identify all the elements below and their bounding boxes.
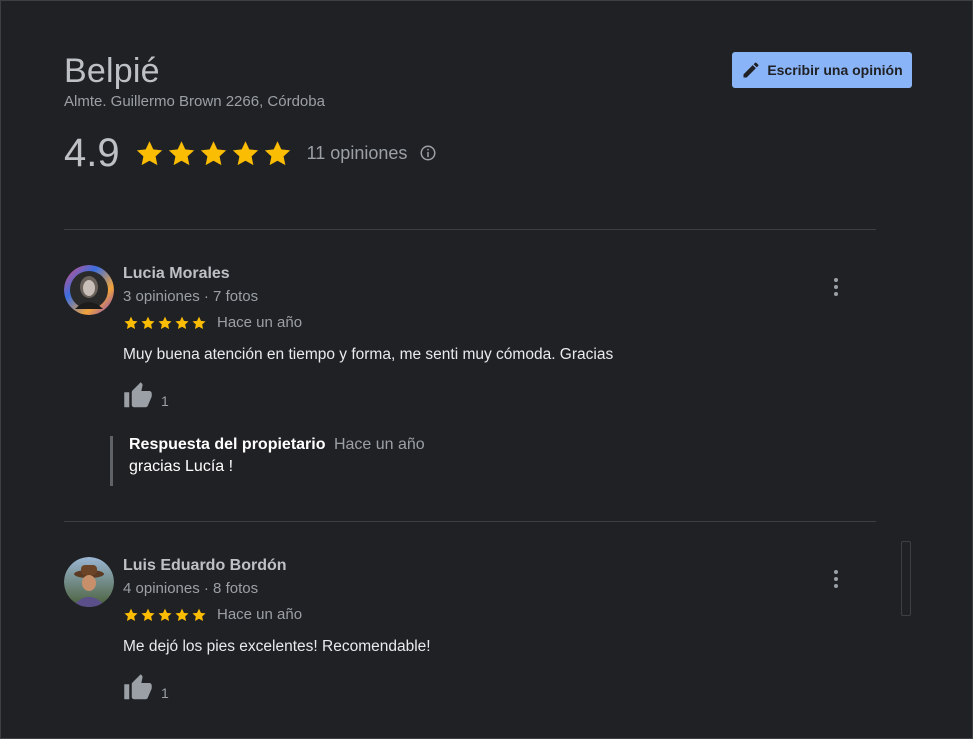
star-icon (168, 140, 194, 165)
star-icon (124, 608, 138, 621)
review-date: Hace un año (217, 606, 303, 623)
more-vert-icon[interactable] (826, 275, 846, 299)
review-author-meta: 3 opiniones · 7 fotos (123, 288, 259, 305)
like-count: 1 (161, 393, 169, 409)
star-icon (192, 608, 206, 621)
review-author[interactable]: Lucia Morales (123, 265, 230, 283)
review-date: Hace un año (217, 314, 303, 331)
like-count: 1 (161, 685, 169, 701)
star-icon (264, 140, 290, 165)
pencil-icon (743, 62, 759, 78)
review-stars (123, 607, 207, 623)
star-icon (200, 140, 226, 165)
owner-reply-text: gracias Lucía ! (129, 458, 234, 475)
thumbs-up-icon (124, 382, 152, 408)
review-item: Lucia Morales 3 opiniones · 7 fotos Hace… (64, 265, 876, 495)
business-address: Almte. Guillermo Brown 2266, Córdoba (64, 93, 325, 110)
star-icon (141, 608, 155, 621)
rating-value: 4.9 (64, 130, 120, 175)
star-icon (232, 140, 258, 165)
star-icon (141, 316, 155, 329)
avatar[interactable] (64, 265, 114, 315)
review-item: Luis Eduardo Bordón 4 opiniones · 8 foto… (64, 557, 876, 739)
star-icon (136, 140, 162, 165)
star-icon (192, 316, 206, 329)
owner-reply: Respuesta del propietario Hace un año gr… (110, 436, 425, 486)
info-icon[interactable] (419, 144, 437, 162)
more-vert-icon[interactable] (826, 567, 846, 591)
write-review-button[interactable]: Escribir una opinión (732, 52, 912, 88)
like-button[interactable]: 1 (123, 673, 169, 703)
review-author-meta: 4 opiniones · 8 fotos (123, 580, 259, 597)
review-count[interactable]: 11 opiniones (307, 143, 408, 164)
divider (64, 229, 876, 230)
scrollbar[interactable] (901, 541, 911, 616)
business-name: Belpié (64, 52, 160, 90)
star-icon (158, 316, 172, 329)
review-rating: Hace un año (123, 606, 302, 623)
review-stars (123, 315, 207, 331)
owner-reply-label: Respuesta del propietario (129, 436, 326, 453)
review-text: Muy buena atención en tiempo y forma, me… (123, 346, 614, 363)
divider (64, 521, 876, 522)
star-icon (158, 608, 172, 621)
owner-reply-date: Hace un año (333, 436, 425, 453)
rating-stars (134, 138, 293, 169)
review-text: Me dejó los pies excelentes! Recomendabl… (123, 638, 431, 655)
review-rating: Hace un año (123, 314, 302, 331)
like-button[interactable]: 1 (123, 381, 169, 411)
review-author[interactable]: Luis Eduardo Bordón (123, 557, 287, 575)
star-icon (175, 608, 189, 621)
thumbs-up-icon (124, 674, 152, 700)
rating-summary: 4.9 11 opiniones (64, 128, 437, 178)
avatar[interactable] (64, 557, 114, 607)
star-icon (124, 316, 138, 329)
write-review-label: Escribir una opinión (767, 62, 903, 78)
star-icon (175, 316, 189, 329)
